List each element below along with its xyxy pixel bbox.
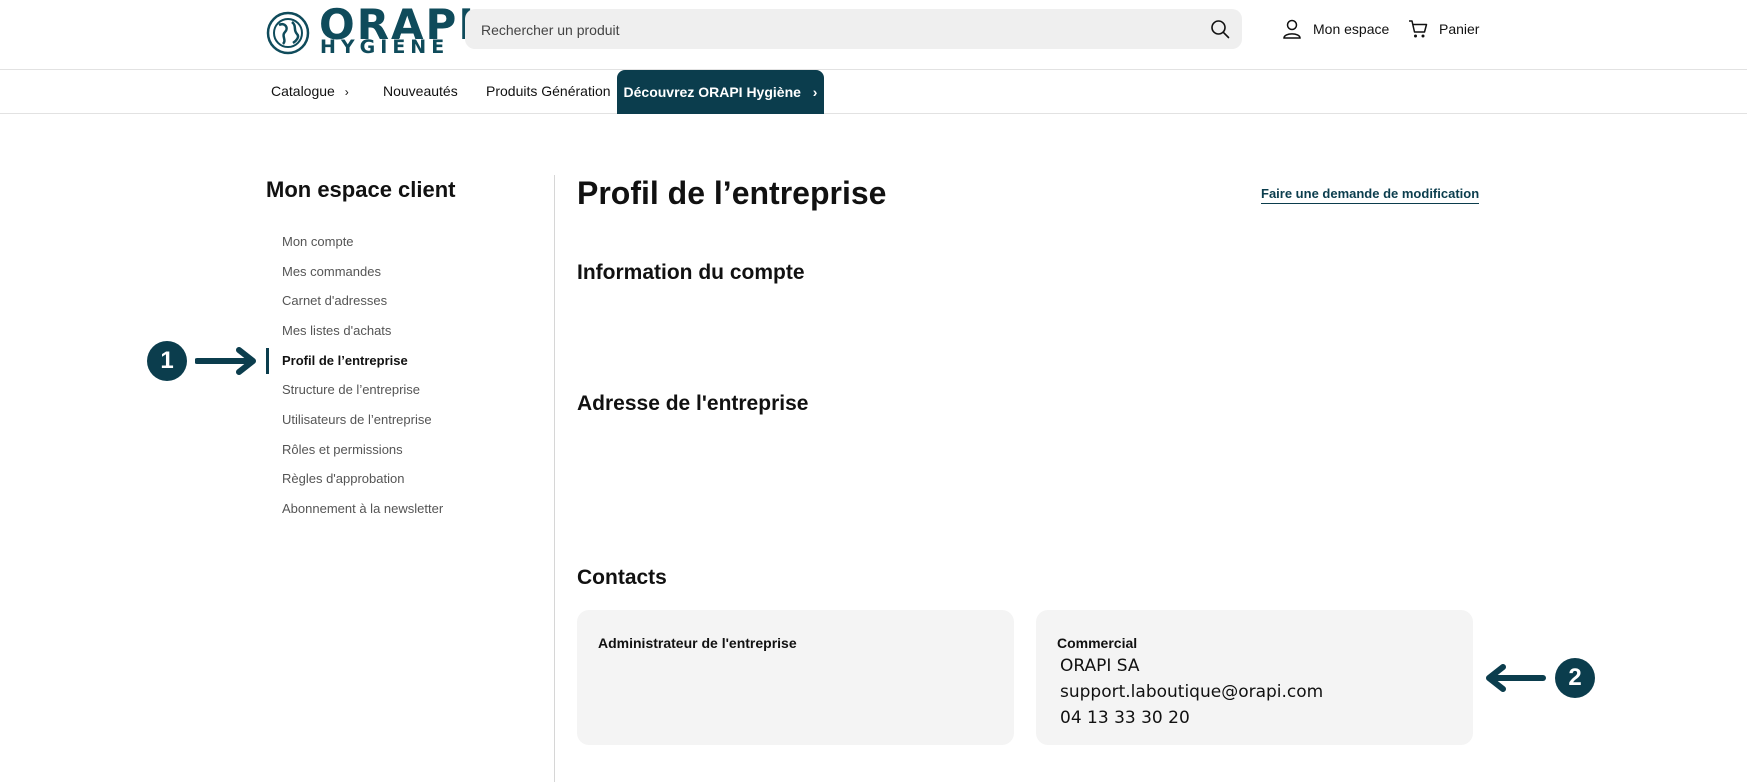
- logo-subtitle: HYGIÈNE: [320, 36, 450, 58]
- sidebar-item-listes-achats[interactable]: Mes listes d'achats: [282, 323, 391, 338]
- sidebar-divider: [554, 175, 555, 782]
- orapi-logo[interactable]: ORAPI HYGIÈNE: [265, 0, 474, 58]
- page-title: Profil de l’entreprise: [577, 175, 887, 211]
- sidebar-item-roles-permissions[interactable]: Rôles et permissions: [282, 442, 403, 457]
- active-item-marker: [266, 348, 269, 374]
- user-icon: [1283, 19, 1301, 39]
- sidebar-item-mon-compte[interactable]: Mon compte: [282, 234, 354, 249]
- nav-catalogue-label: Catalogue: [271, 83, 335, 99]
- request-modification-link[interactable]: Faire une demande de modification: [1261, 186, 1480, 204]
- nav-decouvrez-label: Découvrez ORAPI Hygiène: [623, 84, 801, 100]
- contact-card-title: Administrateur de l'entreprise: [598, 635, 797, 651]
- chevron-right-icon: ›: [812, 84, 818, 100]
- sidebar-item-regles-approbation[interactable]: Règles d'approbation: [282, 471, 404, 486]
- sidebar-item-mes-commandes[interactable]: Mes commandes: [282, 264, 381, 279]
- sidebar-item-structure-entreprise[interactable]: Structure de l’entreprise: [282, 382, 420, 397]
- account-link[interactable]: Mon espace: [1281, 18, 1389, 40]
- contact-card-admin: Administrateur de l'entreprise: [577, 610, 1014, 745]
- cart-label: Panier: [1439, 21, 1480, 37]
- section-account-info: Information du compte: [577, 261, 805, 284]
- nav-nouveautes[interactable]: Nouveautés: [383, 70, 458, 113]
- sidebar-title: Mon espace client: [266, 177, 456, 202]
- cart-link[interactable]: Panier: [1407, 18, 1479, 40]
- nav-divider-top: [0, 69, 1747, 70]
- search-icon[interactable]: [1210, 19, 1230, 39]
- cart-icon: [1409, 20, 1428, 38]
- section-contacts: Contacts: [577, 566, 667, 589]
- search-bar: [465, 9, 1242, 51]
- globe-logo-icon: [266, 11, 310, 55]
- chevron-right-icon: ›: [344, 85, 349, 99]
- sidebar-item-profil-entreprise[interactable]: Profil de l’entreprise: [282, 353, 408, 368]
- contact-card-title: Commercial: [1057, 635, 1138, 651]
- contact-email[interactable]: support.laboutique@orapi.com: [1060, 682, 1323, 702]
- contact-name: ORAPI SA: [1060, 656, 1140, 676]
- arrow-right-icon: [195, 347, 256, 375]
- account-label: Mon espace: [1313, 21, 1390, 37]
- nav-divider-bottom: [0, 113, 1747, 114]
- search-input[interactable]: [479, 9, 1183, 51]
- arrow-left-icon: [1486, 664, 1546, 692]
- nav-decouvrez-button[interactable]: Découvrez ORAPI Hygiène ›: [617, 70, 824, 114]
- sidebar-item-newsletter[interactable]: Abonnement à la newsletter: [282, 501, 443, 516]
- contact-phone[interactable]: 04 13 33 30 20: [1060, 708, 1190, 728]
- contact-card-commercial: Commercial ORAPI SA support.laboutique@o…: [1036, 610, 1473, 745]
- nav-catalogue[interactable]: Catalogue ›: [271, 70, 349, 113]
- annotation-badge-1: 1: [147, 341, 187, 381]
- sidebar-item-carnet-adresses[interactable]: Carnet d'adresses: [282, 293, 387, 308]
- annotation-badge-2: 2: [1555, 658, 1595, 698]
- section-company-address: Adresse de l'entreprise: [577, 392, 809, 415]
- nav-produits-generation[interactable]: Produits Génération: [486, 70, 611, 113]
- sidebar-item-utilisateurs-entreprise[interactable]: Utilisateurs de l’entreprise: [282, 412, 432, 427]
